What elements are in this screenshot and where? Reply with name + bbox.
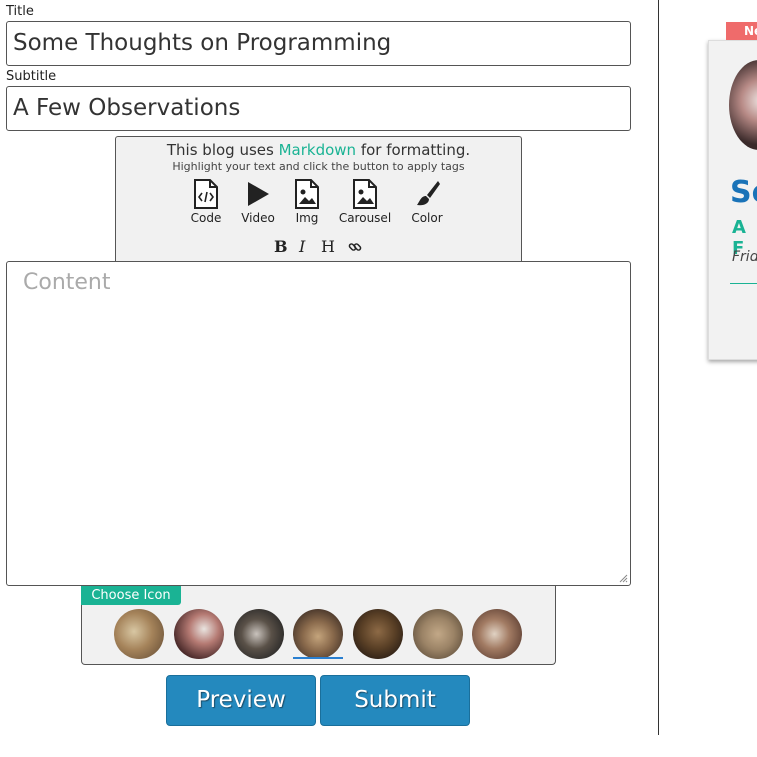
play-icon: [248, 182, 269, 206]
card-date: Frid: [732, 249, 757, 265]
img-tool-label: Img: [295, 211, 319, 225]
heading-button[interactable]: H: [321, 237, 335, 256]
icon-option-3[interactable]: [234, 609, 284, 659]
color-tool-label: Color: [411, 211, 443, 225]
formatting-toolbar: This blog uses Markdown for formatting. …: [115, 136, 522, 264]
video-tool-label: Video: [241, 211, 275, 225]
code-tool-label: Code: [190, 211, 222, 225]
code-file-icon: [194, 179, 218, 209]
content-textarea[interactable]: Content: [6, 261, 631, 586]
card-divider: [730, 283, 757, 284]
color-tool-button[interactable]: Color: [397, 179, 457, 225]
carousel-tool-button[interactable]: Carousel: [335, 179, 395, 225]
subtitle-label: Subtitle: [6, 69, 57, 84]
selected-icon-indicator: [293, 657, 343, 659]
choose-icon-label: Choose Icon: [81, 586, 181, 605]
bold-button[interactable]: B: [274, 237, 288, 256]
markdown-intro-prefix: This blog uses: [166, 141, 279, 159]
icon-option-5[interactable]: [353, 609, 403, 659]
toolbar-hint: Highlight your text and click the button…: [172, 160, 465, 173]
link-icon: [348, 243, 362, 251]
title-input[interactable]: Some Thoughts on Programming: [6, 21, 631, 66]
preview-button[interactable]: Preview: [166, 675, 316, 726]
markdown-link[interactable]: Markdown: [279, 141, 356, 159]
carousel-tool-label: Carousel: [338, 211, 392, 225]
icon-option-1[interactable]: [114, 609, 164, 659]
content-placeholder: Content: [23, 270, 111, 295]
icon-option-4-selected[interactable]: [293, 609, 343, 659]
code-tool-button[interactable]: Code: [176, 179, 236, 225]
icon-option-6[interactable]: [413, 609, 463, 659]
resize-grip-icon[interactable]: [618, 573, 628, 583]
submit-button[interactable]: Submit: [320, 675, 470, 726]
img-tool-button[interactable]: Img: [277, 179, 337, 225]
markdown-intro-suffix: for formatting.: [356, 141, 471, 159]
carousel-icon: [353, 179, 377, 209]
card-title[interactable]: So: [730, 175, 757, 210]
new-badge: Ne: [726, 22, 757, 40]
column-divider: [658, 0, 659, 735]
paintbrush-icon: [417, 181, 440, 206]
title-label: Title: [6, 4, 34, 19]
icon-option-7[interactable]: [472, 609, 522, 659]
image-file-icon: [295, 179, 319, 209]
markdown-intro: This blog uses Markdown for formatting.: [116, 141, 521, 159]
icon-option-2[interactable]: [174, 609, 224, 659]
link-button[interactable]: [348, 239, 362, 258]
italic-button[interactable]: I: [299, 237, 305, 256]
subtitle-input[interactable]: A Few Observations: [6, 86, 631, 131]
